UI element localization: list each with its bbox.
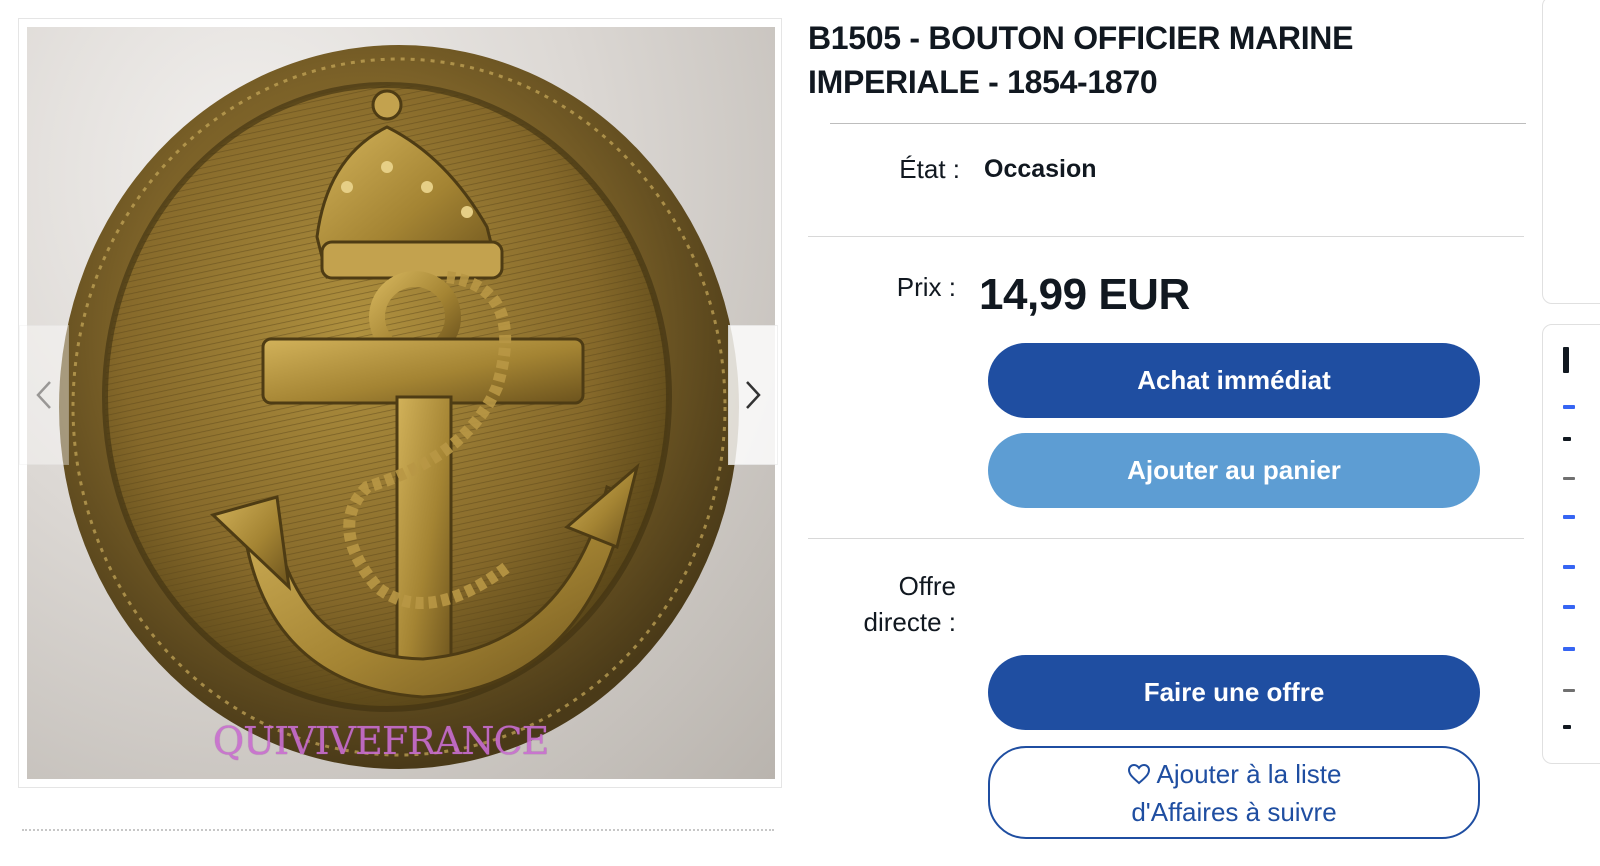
side-text-fragment <box>1563 437 1571 441</box>
side-link-fragment <box>1563 647 1575 651</box>
add-to-watchlist-button[interactable]: Ajouter à la liste d'Affaires à suivre <box>988 746 1480 839</box>
image-divider <box>22 829 774 831</box>
divider <box>830 123 1526 124</box>
watchlist-label-line2: d'Affaires à suivre <box>1131 796 1337 827</box>
side-text-fragment <box>1563 347 1569 373</box>
product-image[interactable]: QUIVIVEFRANCE <box>27 27 775 779</box>
condition-value: Occasion <box>984 155 1097 183</box>
side-text-fragment <box>1563 477 1575 480</box>
divider <box>808 538 1524 539</box>
side-text-fragment <box>1563 725 1571 729</box>
watchlist-label-line1: Ajouter à la liste <box>1156 758 1342 789</box>
side-card <box>1542 0 1600 304</box>
image-watermark: QUIVIVEFRANCE <box>213 719 549 763</box>
make-offer-button[interactable]: Faire une offre <box>988 655 1480 730</box>
buy-now-button[interactable]: Achat immédiat <box>988 343 1480 418</box>
best-offer-label-line2: directe : <box>863 607 957 637</box>
condition-label: État : <box>899 154 960 184</box>
add-to-cart-button[interactable]: Ajouter au panier <box>988 433 1480 508</box>
divider <box>808 236 1524 237</box>
side-text-fragment <box>1563 689 1575 692</box>
previous-image-button[interactable] <box>19 325 69 465</box>
listing-title: B1505 - BOUTON OFFICIER MARINE IMPERIALE… <box>808 20 1354 100</box>
next-image-button[interactable] <box>728 325 778 465</box>
image-viewer: QUIVIVEFRANCE <box>18 18 782 788</box>
heart-icon <box>1127 763 1151 785</box>
side-link-fragment <box>1563 405 1575 409</box>
side-card <box>1542 324 1600 764</box>
best-offer-label: Offre directe : <box>864 568 957 640</box>
watchlist-row: Ajouter à la liste <box>1127 755 1342 793</box>
price-value: 14,99 EUR <box>979 270 1190 319</box>
chevron-left-icon <box>36 381 51 409</box>
button-photo-illustration <box>59 45 739 769</box>
side-link-fragment <box>1563 605 1575 609</box>
best-offer-label-line1: Offre <box>898 571 956 601</box>
side-link-fragment <box>1563 515 1575 519</box>
side-link-fragment <box>1563 565 1575 569</box>
chevron-right-icon <box>746 381 761 409</box>
price-label: Prix : <box>896 272 956 302</box>
